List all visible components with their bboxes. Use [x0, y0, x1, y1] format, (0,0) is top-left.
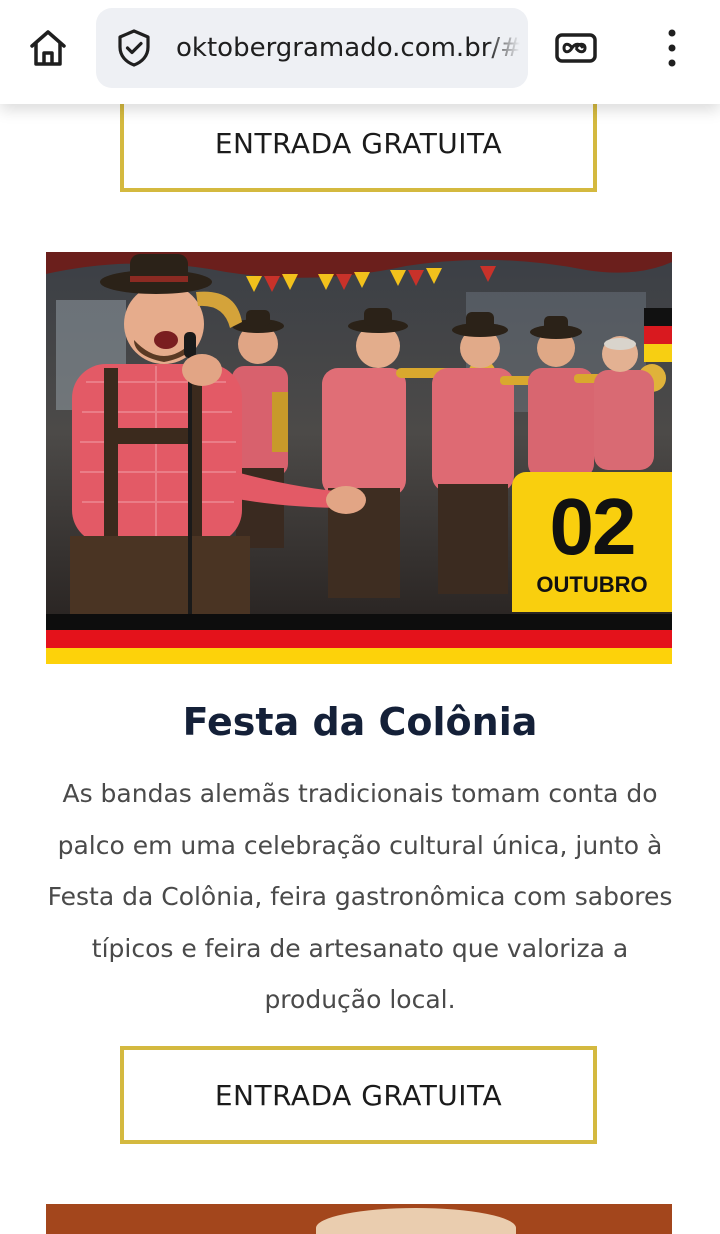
- free-entry-button-previous[interactable]: ENTRADA GRATUITA: [120, 94, 597, 192]
- event-title: Festa da Colônia: [182, 700, 538, 744]
- url-text[interactable]: oktobergramado.com.br/#: [176, 32, 524, 64]
- more-vert-icon: [668, 29, 676, 67]
- shield-check-icon[interactable]: [114, 28, 154, 68]
- free-entry-button[interactable]: ENTRADA GRATUITA: [120, 1046, 597, 1144]
- tabs-button[interactable]: [552, 28, 600, 68]
- overflow-menu-button[interactable]: [656, 24, 688, 72]
- url-fade: [488, 8, 528, 88]
- next-event-photo-decoration: [316, 1208, 516, 1234]
- date-month: OUTUBRO: [536, 572, 648, 597]
- date-day: 02: [549, 482, 637, 571]
- date-badge: 02 OUTUBRO: [512, 472, 672, 612]
- event-description: As bandas alemãs tradicionais tomam cont…: [47, 779, 673, 1014]
- event-photo: 02 OUTUBRO: [46, 252, 672, 664]
- home-icon: [30, 30, 66, 66]
- incognito-tabs-icon: [555, 33, 597, 63]
- next-event-photo: [46, 1204, 672, 1234]
- browser-toolbar: oktobergramado.com.br/#: [0, 0, 720, 104]
- home-button[interactable]: [24, 24, 72, 72]
- flag-stripe-black: [46, 614, 672, 630]
- flag-stripe-gold: [46, 648, 672, 664]
- address-bar[interactable]: oktobergramado.com.br/#: [96, 8, 528, 88]
- flag-stripe-red: [46, 630, 672, 648]
